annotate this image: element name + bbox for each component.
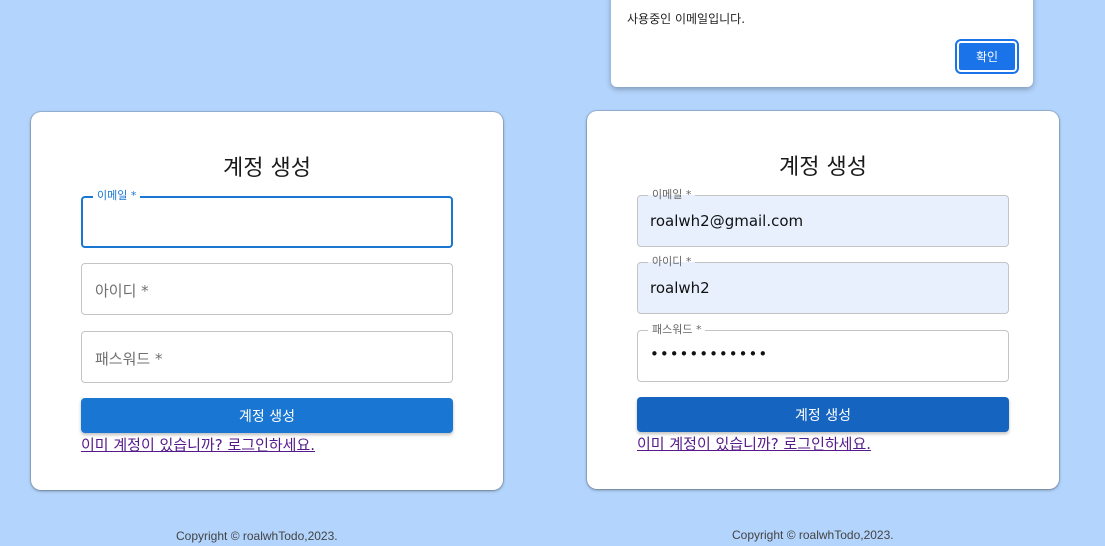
email-field[interactable]: 이메일 * roalwh2@gmail.com: [637, 188, 1009, 247]
copyright-text: Copyright © roalwhTodo,2023.: [732, 528, 894, 542]
signup-card-left: 계정 생성 이메일 * 아이디 * 패스워드 * 계정 생성 이미 계정이 있습…: [31, 112, 503, 490]
password-label: 패스워드 *: [95, 350, 163, 368]
password-field[interactable]: 패스워드 * ••••••••••••: [637, 323, 1009, 382]
login-link[interactable]: 이미 계정이 있습니까? 로그인하세요.: [81, 434, 315, 455]
id-label: 아이디 *: [95, 282, 149, 300]
page-title: 계정 생성: [223, 156, 311, 181]
email-label: 이메일 *: [93, 189, 141, 203]
signup-card-right: 계정 생성 이메일 * roalwh2@gmail.com 아이디 * roal…: [587, 111, 1059, 489]
login-link[interactable]: 이미 계정이 있습니까? 로그인하세요.: [637, 433, 871, 454]
email-field[interactable]: 이메일 *: [81, 189, 453, 248]
alert-ok-button[interactable]: 확인: [955, 39, 1019, 74]
id-value: roalwh2: [650, 279, 710, 297]
alert-dialog: 사용중인 이메일입니다. 확인: [611, 0, 1033, 87]
alert-message: 사용중인 이메일입니다.: [627, 12, 746, 26]
password-field[interactable]: 패스워드 *: [81, 331, 453, 383]
email-value: roalwh2@gmail.com: [650, 212, 804, 230]
id-label: 아이디 *: [648, 255, 696, 269]
create-account-button[interactable]: 계정 생성: [637, 397, 1009, 432]
password-value: ••••••••••••: [650, 345, 769, 363]
copyright-text: Copyright © roalwhTodo,2023.: [176, 529, 338, 543]
id-field[interactable]: 아이디 *: [81, 263, 453, 315]
email-label: 이메일 *: [648, 188, 696, 202]
page-title: 계정 생성: [779, 155, 867, 180]
password-label: 패스워드 *: [648, 323, 706, 337]
id-field[interactable]: 아이디 * roalwh2: [637, 255, 1009, 314]
create-account-button[interactable]: 계정 생성: [81, 398, 453, 433]
